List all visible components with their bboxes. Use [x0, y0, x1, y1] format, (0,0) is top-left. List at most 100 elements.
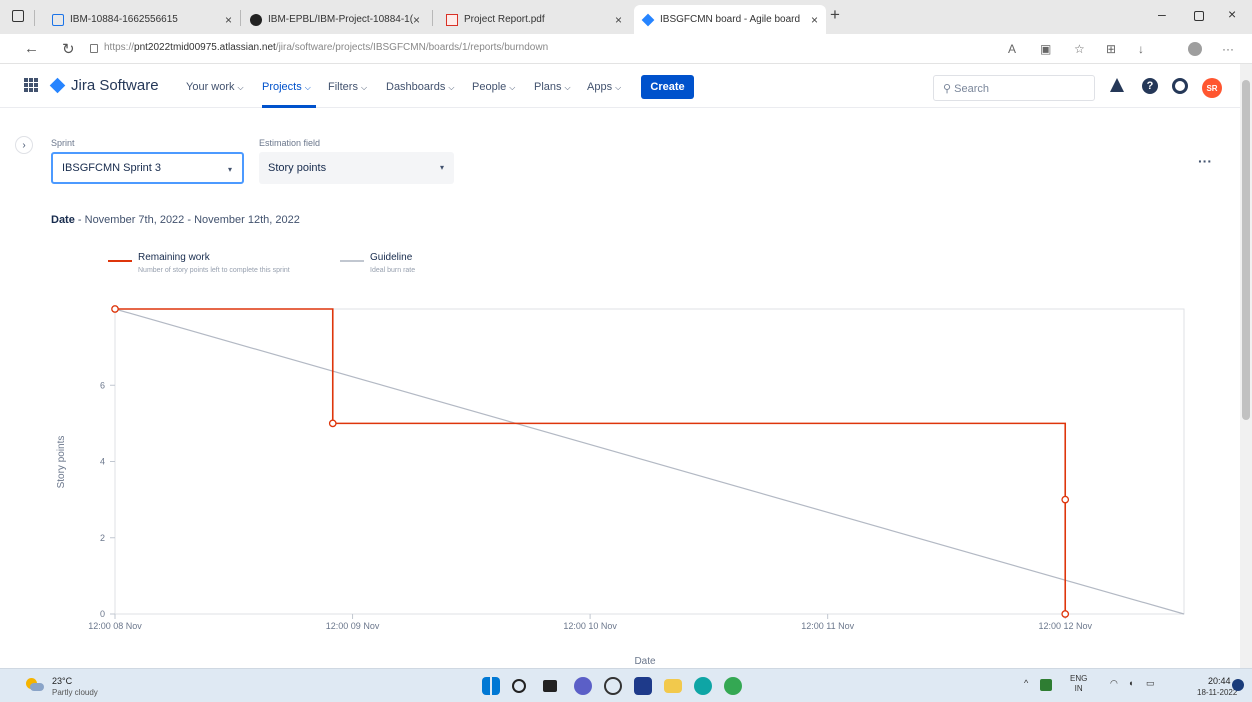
- close-icon[interactable]: ×: [413, 13, 420, 27]
- tab-separator: [240, 10, 241, 26]
- nav-people[interactable]: People ⌵: [472, 81, 515, 93]
- nav-label: Projects: [262, 81, 302, 93]
- close-icon[interactable]: ×: [225, 13, 232, 27]
- x-tick-label: 12:00 09 Nov: [326, 621, 380, 631]
- more-actions-button[interactable]: ···: [1192, 154, 1218, 176]
- nav-apps[interactable]: Apps ⌵: [587, 81, 621, 93]
- browser-tab-1[interactable]: IBM-10884-1662556615 ×: [44, 5, 240, 34]
- sprint-label: Sprint: [51, 138, 75, 148]
- edge-browser-icon[interactable]: [694, 677, 712, 695]
- sprint-select[interactable]: IBSGFCMN Sprint 3 ▾: [51, 152, 244, 184]
- url-field[interactable]: https://pnt2022tmid00975.atlassian.net/j…: [104, 42, 548, 53]
- read-aloud-icon[interactable]: A: [1008, 42, 1016, 56]
- nav-label: Plans: [534, 81, 562, 93]
- jira-logo[interactable]: Jira Software: [49, 77, 159, 94]
- nav-your-work[interactable]: Your work ⌵: [186, 81, 244, 93]
- profile-icon[interactable]: [1188, 42, 1202, 56]
- close-icon[interactable]: ×: [811, 13, 818, 27]
- language-indicator[interactable]: ENG IN: [1070, 674, 1087, 694]
- estimation-field-select[interactable]: Story points ▾: [259, 152, 454, 184]
- create-button[interactable]: Create: [641, 75, 694, 99]
- legend-swatch-guideline: [340, 260, 364, 262]
- chevron-right-icon: ›: [22, 139, 26, 151]
- battery-icon[interactable]: ▭: [1146, 678, 1155, 689]
- chat-icon[interactable]: [574, 677, 592, 695]
- windows-start-icon[interactable]: [482, 677, 500, 695]
- url-prefix: https://: [104, 42, 135, 53]
- minimize-button[interactable]: –: [1158, 6, 1166, 22]
- close-window-button[interactable]: ×: [1228, 6, 1236, 22]
- legend-title: Remaining work: [138, 252, 210, 263]
- search-icon: ⚲: [943, 83, 952, 95]
- close-icon[interactable]: ×: [615, 13, 622, 27]
- favorite-star-icon[interactable]: ☆: [1074, 42, 1085, 56]
- search-input[interactable]: ⚲ Search: [933, 75, 1095, 101]
- file-explorer-icon[interactable]: [664, 679, 682, 693]
- date-label: Date: [51, 214, 75, 226]
- weather-temperature: 23°C: [52, 676, 73, 686]
- x-tick-label: 12:00 11 Nov: [801, 621, 854, 631]
- pdf-icon: [446, 13, 458, 26]
- guideline-line: [114, 308, 1185, 615]
- region-code: IN: [1074, 684, 1083, 693]
- chevron-down-icon: ⌵: [304, 83, 311, 92]
- plot-area: [114, 308, 1185, 615]
- expand-sidebar-button[interactable]: ›: [15, 136, 33, 154]
- window-menu-icon[interactable]: [12, 10, 24, 22]
- reload-button[interactable]: ↻: [62, 40, 75, 58]
- nav-label: Your work: [186, 81, 235, 93]
- extensions-icon[interactable]: ▣: [1040, 42, 1051, 56]
- y-axis-label: Story points: [56, 436, 67, 489]
- back-button[interactable]: ←: [24, 40, 39, 57]
- y-tick-label: 4: [100, 457, 105, 467]
- dell-icon[interactable]: [604, 677, 622, 695]
- nav-label: Apps: [587, 81, 613, 93]
- clock-date: 18-11-2022: [1197, 688, 1238, 697]
- chevron-down-icon: ⌵: [237, 83, 244, 92]
- chevron-down-icon: ⌵: [615, 83, 622, 92]
- chevron-up-icon[interactable]: ^: [1024, 678, 1028, 688]
- nav-filters[interactable]: Filters ⌵: [328, 81, 367, 93]
- chevron-down-icon: ⌵: [448, 83, 455, 92]
- nav-dashboards[interactable]: Dashboards ⌵: [386, 81, 454, 93]
- search-icon[interactable]: [512, 679, 526, 693]
- task-view-icon[interactable]: [543, 680, 557, 692]
- lock-icon: [90, 44, 98, 53]
- legend-swatch-remaining: [108, 260, 132, 262]
- browser-tab-strip: IBM-10884-1662556615 × IBM-EPBL/IBM-Proj…: [0, 0, 1252, 34]
- chrome-icon[interactable]: [724, 677, 742, 695]
- new-tab-button[interactable]: +: [830, 5, 840, 25]
- maximize-button[interactable]: [1194, 11, 1204, 21]
- nav-plans[interactable]: Plans ⌵: [534, 81, 571, 93]
- legend-title: Guideline: [370, 252, 413, 263]
- wifi-icon[interactable]: ◠: [1110, 678, 1118, 689]
- app-switcher-icon[interactable]: [24, 78, 38, 92]
- avatar[interactable]: SR: [1202, 78, 1222, 98]
- scrollbar-thumb[interactable]: [1242, 80, 1250, 420]
- browser-tab-2[interactable]: IBM-EPBL/IBM-Project-10884-1( ×: [242, 5, 428, 34]
- estimation-field-label: Estimation field: [259, 138, 321, 148]
- collections-icon[interactable]: ⊞: [1106, 42, 1116, 56]
- remaining-work-point[interactable]: [328, 419, 337, 428]
- weather-description: Partly cloudy: [52, 688, 98, 697]
- store-icon[interactable]: [634, 677, 652, 695]
- product-name: Jira Software: [71, 77, 159, 94]
- notification-badge-icon[interactable]: [1232, 679, 1244, 691]
- page-scrollbar[interactable]: [1240, 64, 1252, 668]
- downloads-icon[interactable]: ↓: [1138, 42, 1144, 56]
- report-date-range: Date - November 7th, 2022 - November 12t…: [51, 214, 300, 226]
- notifications-icon[interactable]: [1110, 78, 1124, 92]
- remaining-work-point[interactable]: [111, 305, 119, 313]
- weather-icon[interactable]: [24, 677, 44, 693]
- browser-tab-active[interactable]: IBSGFCMN board - Agile board ×: [634, 5, 826, 34]
- settings-gear-icon[interactable]: [1172, 78, 1188, 94]
- volume-icon[interactable]: ◖: [1128, 678, 1133, 688]
- browser-tab-3[interactable]: Project Report.pdf ×: [438, 5, 630, 34]
- more-menu-icon[interactable]: ···: [1222, 42, 1234, 56]
- remaining-work-point[interactable]: [1061, 495, 1070, 504]
- help-icon[interactable]: ?: [1142, 78, 1158, 94]
- tray-app-icon[interactable]: [1040, 679, 1052, 691]
- nav-projects[interactable]: Projects ⌵: [262, 81, 311, 93]
- remaining-work-point[interactable]: [1061, 610, 1070, 618]
- tab-separator: [432, 10, 433, 26]
